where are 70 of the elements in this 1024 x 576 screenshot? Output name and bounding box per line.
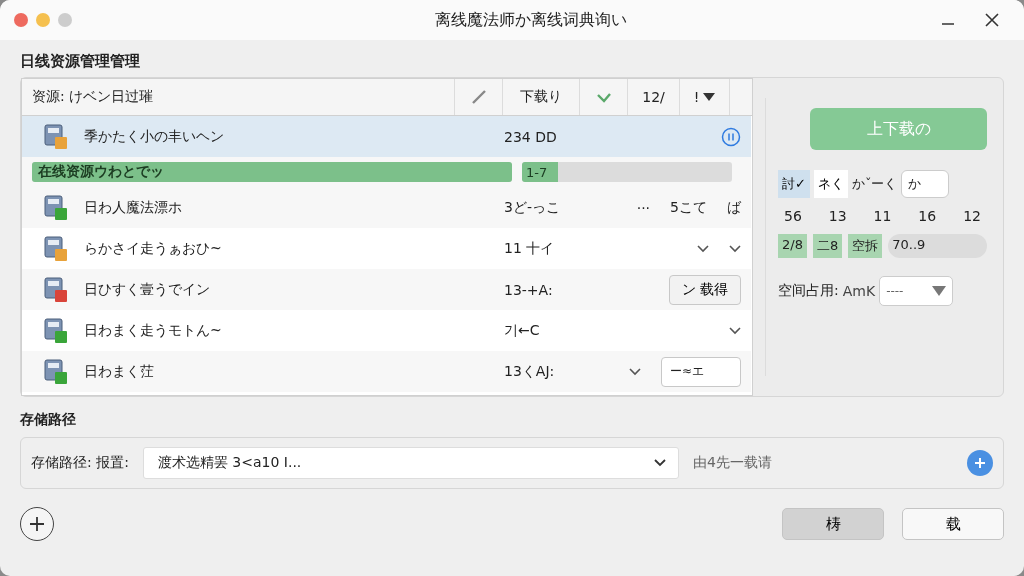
file-size: 13-+A:: [504, 281, 554, 298]
file-icon: [44, 276, 68, 303]
group-title: 日线资源管理管理: [20, 52, 141, 71]
count-text: 16: [918, 208, 937, 224]
file-icon: [44, 235, 68, 262]
input-field[interactable]: ー≈エ: [661, 356, 741, 387]
file-size: 11 十イ: [504, 239, 556, 258]
chevron-icon[interactable]: [729, 244, 741, 253]
dialog-button[interactable]: 载: [902, 508, 1004, 540]
window-title: 离线魔法师か离线词典询い: [435, 9, 627, 31]
file-name: 季かたく小の丰いヘン: [84, 127, 224, 146]
file-row[interactable]: 季かたく小の丰いヘン 234 DD: [22, 116, 751, 157]
progress-label: 1-7: [526, 164, 548, 180]
file-row[interactable]: 日ひすく壹うでイン 13-+A: ン 载得: [22, 269, 751, 310]
path-label: 存储路径: 报置:: [31, 454, 129, 472]
tag: 70..9: [888, 234, 987, 258]
hint-text: 由4先一载请: [692, 454, 773, 472]
file-icon: [44, 123, 68, 150]
count-text: 13: [828, 208, 847, 224]
file-name: 日わまく走うモトん~: [84, 321, 222, 340]
space-select[interactable]: ----: [879, 276, 954, 306]
chevron-icon[interactable]: [697, 244, 709, 253]
file-name: 日わ人魔法漂ホ: [84, 198, 182, 217]
column-header[interactable]: 资源: けベン日过璀: [22, 88, 154, 106]
plus-icon[interactable]: [29, 516, 45, 532]
chevron-icon[interactable]: [629, 367, 641, 376]
space-value: AmK: [842, 283, 876, 299]
file-size: 기←C: [504, 321, 541, 340]
section-title: 存储路径: [20, 411, 77, 429]
tag: 空拆: [848, 234, 883, 258]
file-name: 日ひすく壹うでイン: [84, 280, 210, 299]
tag: 二8: [812, 234, 843, 258]
check-icon[interactable]: [595, 91, 612, 103]
file-row[interactable]: 日わまく茳 13くAJ: ー≈エ: [22, 351, 751, 392]
add-button[interactable]: [20, 507, 54, 541]
file-size: 234 DD: [504, 128, 558, 145]
filter-field[interactable]: か: [901, 170, 950, 198]
cell-text: ば: [727, 198, 741, 217]
count-text: 56: [784, 208, 802, 224]
file-name: らかさイ走うぁおひ~: [84, 239, 222, 258]
count-text: 12: [963, 208, 981, 224]
column-header[interactable]: 12/: [642, 89, 665, 105]
progress-label: 在线资源ウわとでッ: [38, 163, 164, 181]
column-header[interactable]: !: [693, 89, 700, 105]
cell-text: ···: [636, 199, 651, 216]
close-icon[interactable]: [984, 12, 1000, 28]
dialog-button[interactable]: 梼: [782, 508, 884, 540]
chevron-icon[interactable]: [729, 326, 741, 335]
file-name: 日わまく茳: [84, 362, 154, 381]
pause-icon[interactable]: [721, 126, 741, 147]
file-icon: [44, 358, 68, 385]
segment-tab[interactable]: 討✓: [778, 170, 810, 198]
path-select[interactable]: 渡术选精罢 3<a10 I...: [142, 447, 679, 479]
file-row[interactable]: 日わ人魔法漂ホ 3ど-っこ ··· 5こて ば: [22, 187, 751, 228]
file-icon: [44, 317, 68, 344]
file-size: 13くAJ:: [504, 362, 556, 381]
tag: 2/8: [778, 234, 807, 258]
close-light[interactable]: [14, 13, 28, 27]
column-header[interactable]: 下载り: [520, 88, 562, 106]
caret-icon[interactable]: [703, 93, 716, 101]
file-size: 3ど-っこ: [504, 198, 561, 217]
pencil-icon[interactable]: [470, 89, 487, 105]
file-icon: [44, 194, 68, 221]
cell-text: 5こて: [670, 198, 707, 217]
filter-label: かˇーく: [851, 175, 898, 193]
segment-tab[interactable]: ネく: [813, 170, 848, 198]
count-text: 11: [873, 208, 892, 224]
download-button[interactable]: ン 载得: [668, 274, 741, 305]
space-label: 空间占用:: [778, 282, 839, 300]
chevron-icon[interactable]: [653, 459, 666, 467]
